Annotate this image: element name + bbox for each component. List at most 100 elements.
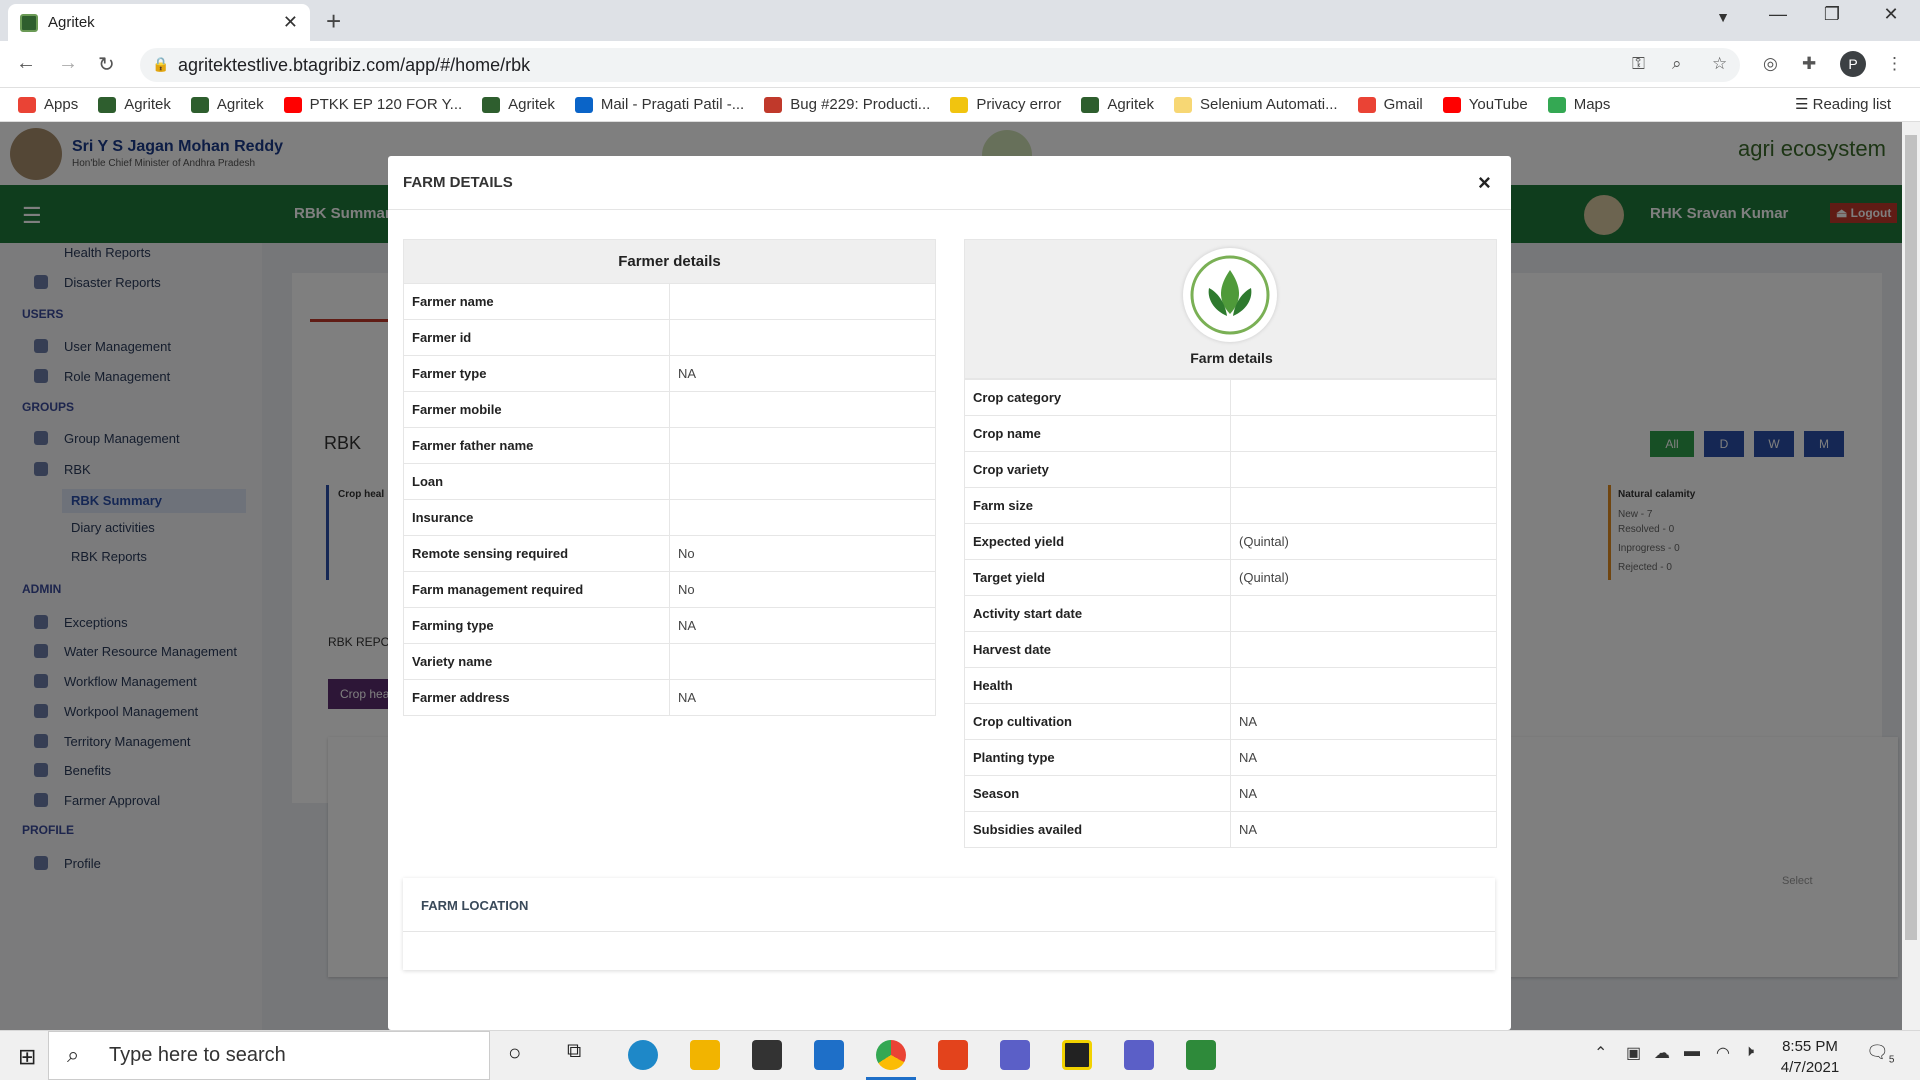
agritek-app-icon[interactable] bbox=[1186, 1040, 1216, 1070]
forward-icon[interactable]: → bbox=[58, 52, 78, 75]
volume-icon[interactable]: 🕨 bbox=[1744, 1043, 1754, 1061]
edge-icon[interactable] bbox=[628, 1040, 658, 1070]
bookmark-item[interactable]: PTKK EP 120 FOR Y... bbox=[283, 96, 462, 113]
back-icon[interactable]: ← bbox=[16, 52, 36, 75]
task-view-icon[interactable]: ⧉ bbox=[567, 1040, 581, 1063]
bookmark-item[interactable]: Maps bbox=[1547, 96, 1610, 113]
profile-avatar[interactable]: P bbox=[1840, 51, 1866, 77]
menu-icon[interactable]: ⋮ bbox=[1886, 54, 1903, 74]
close-icon[interactable]: × bbox=[1478, 170, 1491, 196]
teams-meeting-icon[interactable] bbox=[1124, 1040, 1154, 1070]
detail-key: Farmer mobile bbox=[403, 391, 670, 428]
mail-icon[interactable] bbox=[814, 1040, 844, 1070]
notifications-icon[interactable]: 🗨5 bbox=[1866, 1042, 1894, 1066]
detail-key: Crop variety bbox=[964, 451, 1231, 488]
detail-key: Farmer id bbox=[403, 319, 670, 356]
detail-key: Farmer address bbox=[403, 679, 670, 716]
tab-title: Agritek bbox=[48, 14, 95, 31]
windows-start-icon[interactable]: ⊞ bbox=[18, 1044, 36, 1070]
clock-date: 4/7/2021 bbox=[1780, 1059, 1840, 1076]
detail-row: Harvest date bbox=[964, 631, 1497, 668]
detail-key: Target yield bbox=[964, 559, 1231, 596]
restore-icon[interactable]: ❐ bbox=[1812, 4, 1852, 25]
wifi-icon[interactable]: ◠ bbox=[1716, 1043, 1730, 1063]
tray-chevron-icon[interactable]: ⌃ bbox=[1594, 1043, 1607, 1063]
bookmark-item[interactable]: Agritek bbox=[1081, 96, 1154, 113]
puzzle-icon[interactable]: ✚ bbox=[1802, 54, 1816, 74]
new-tab-icon[interactable]: + bbox=[326, 6, 341, 37]
taskbar-search-input[interactable]: ⌕ Type here to search bbox=[48, 1031, 490, 1080]
detail-value bbox=[669, 319, 936, 356]
bookmark-item[interactable]: Mail - Pragati Patil -... bbox=[574, 96, 744, 113]
url-input[interactable]: 🔒 agritektestlive.btagribiz.com/app/#/ho… bbox=[140, 48, 1740, 82]
agritek-favicon-icon bbox=[20, 13, 38, 32]
bookmark-favicon-icon bbox=[482, 96, 501, 113]
star-icon[interactable]: ☆ bbox=[1712, 54, 1727, 74]
detail-value bbox=[1230, 667, 1497, 704]
bookmark-item[interactable]: YouTube bbox=[1442, 96, 1528, 113]
bookmark-item[interactable]: Selenium Automati... bbox=[1174, 96, 1338, 113]
extension-icon[interactable]: ◎ bbox=[1763, 54, 1778, 74]
teams-icon[interactable] bbox=[1000, 1040, 1030, 1070]
detail-row: Insurance bbox=[403, 499, 936, 536]
detail-value: (Quintal) bbox=[1230, 559, 1497, 596]
farm-details-table: Crop category Crop name Crop variety Farm s… bbox=[964, 379, 1497, 848]
detail-value: NA bbox=[669, 607, 936, 644]
key-icon[interactable]: ⚿ bbox=[1632, 54, 1645, 74]
detail-value: No bbox=[669, 571, 936, 608]
detail-value bbox=[1230, 415, 1497, 452]
close-tab-icon[interactable]: ✕ bbox=[283, 12, 298, 33]
detail-row: Activity start date bbox=[964, 595, 1497, 632]
file-explorer-icon[interactable] bbox=[690, 1040, 720, 1070]
battery-icon[interactable]: ▬ bbox=[1684, 1043, 1700, 1061]
detail-value bbox=[1230, 379, 1497, 416]
bookmark-favicon-icon bbox=[1442, 96, 1461, 113]
onedrive-icon[interactable]: ☁ bbox=[1654, 1043, 1670, 1063]
search-icon: ⌕ bbox=[67, 1042, 80, 1067]
office-icon[interactable] bbox=[938, 1040, 968, 1070]
detail-key: Farmer father name bbox=[403, 427, 670, 464]
bookmark-item[interactable]: Agritek bbox=[190, 96, 264, 113]
meet-now-icon[interactable]: ▣ bbox=[1626, 1043, 1641, 1063]
detail-row: Farmer father name bbox=[403, 427, 936, 464]
detail-key: Farm management required bbox=[403, 571, 670, 608]
close-window-icon[interactable]: ✕ bbox=[1871, 4, 1911, 25]
detail-row: Farmer address NA bbox=[403, 679, 936, 716]
minimize-icon[interactable]: — bbox=[1758, 4, 1798, 25]
scrollbar-thumb[interactable] bbox=[1905, 135, 1917, 940]
detail-key: Crop category bbox=[964, 379, 1231, 416]
detail-key: Farmer name bbox=[403, 283, 670, 320]
zoom-icon[interactable]: ⌕ bbox=[1672, 54, 1682, 74]
detail-row: Farmer type NA bbox=[403, 355, 936, 392]
store-icon[interactable] bbox=[752, 1040, 782, 1070]
bookmark-label: Agritek bbox=[216, 96, 264, 113]
detail-key: Subsidies availed bbox=[964, 811, 1231, 848]
bookmark-item[interactable]: Bug #229: Producti... bbox=[764, 96, 930, 113]
taskbar-clock[interactable]: 8:55 PM 4/7/2021 bbox=[1770, 1036, 1850, 1078]
bookmark-item[interactable]: Gmail bbox=[1357, 96, 1423, 113]
browser-tab[interactable]: Agritek ✕ bbox=[8, 4, 310, 41]
search-placeholder: Type here to search bbox=[109, 1044, 286, 1066]
detail-key: Remote sensing required bbox=[403, 535, 670, 572]
sticky-notes-icon[interactable] bbox=[1062, 1040, 1092, 1070]
chrome-icon[interactable] bbox=[876, 1040, 906, 1070]
tab-search-icon[interactable]: ▼ bbox=[1703, 9, 1743, 25]
reload-icon[interactable]: ↻ bbox=[98, 52, 115, 77]
bookmark-item[interactable]: Privacy error bbox=[950, 96, 1061, 113]
lock-icon: 🔒 bbox=[152, 56, 170, 72]
farm-location-panel: FARM LOCATION bbox=[403, 878, 1495, 970]
modal-title: FARM DETAILS bbox=[403, 174, 513, 191]
bookmark-item[interactable]: Agritek bbox=[98, 96, 171, 113]
farm-details-heading: Farm details bbox=[1190, 350, 1273, 366]
farm-details-modal: FARM DETAILS × Farmer details Farmer nam… bbox=[388, 156, 1511, 1030]
bookmark-favicon-icon bbox=[764, 96, 783, 113]
bookmark-item[interactable]: Apps bbox=[18, 96, 78, 113]
bookmark-item[interactable]: Agritek bbox=[482, 96, 555, 113]
detail-value: No bbox=[669, 535, 936, 572]
detail-value: (Quintal) bbox=[1230, 523, 1497, 560]
cortana-icon[interactable]: ○ bbox=[508, 1040, 521, 1066]
reading-list[interactable]: ☰ Reading list bbox=[1795, 95, 1891, 113]
bookmark-favicon-icon bbox=[18, 96, 36, 113]
bookmark-favicon-icon bbox=[1547, 96, 1566, 113]
bookmark-favicon-icon bbox=[98, 96, 117, 113]
